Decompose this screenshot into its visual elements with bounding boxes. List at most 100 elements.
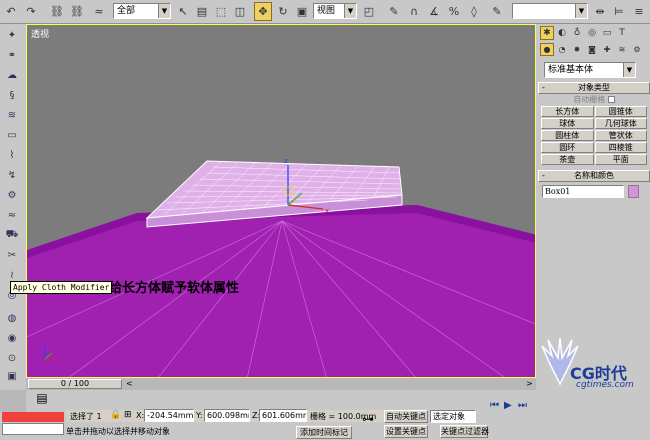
play-icon[interactable]: ▶ xyxy=(504,400,512,411)
goto-end-icon[interactable]: ⏭ xyxy=(518,400,527,411)
toy-car-icon[interactable]: ⛟ xyxy=(3,226,21,244)
status-area: ▤ 选择了 1 🔒 ⊞ X: -204.54mm Y: 600.098mm Z:… xyxy=(0,390,650,440)
object-color-swatch[interactable] xyxy=(628,185,639,198)
spinner-snap-icon[interactable]: ◊ xyxy=(465,2,483,21)
selection-filter-dropdown[interactable]: 全部 ▼ xyxy=(113,3,171,19)
reference-coordinate-dropdown[interactable]: 视图 ▼ xyxy=(313,3,357,19)
selected-object-dropdown[interactable]: 选定对象 xyxy=(430,410,476,423)
systems-icon[interactable]: ⚙ xyxy=(630,43,644,56)
motion-tab-icon[interactable]: ◎ xyxy=(585,26,599,40)
plane-icon[interactable]: ▭ xyxy=(3,126,21,144)
pyramid-button[interactable]: 四棱锥 xyxy=(594,142,647,153)
rope-collection-icon[interactable]: § xyxy=(3,86,21,104)
select-object-icon[interactable]: ↖ xyxy=(174,2,192,21)
apply-rope-modifier-icon[interactable]: ◉ xyxy=(3,329,21,347)
select-rotate-icon[interactable]: ↻ xyxy=(274,2,292,21)
select-scale-icon[interactable]: ▣ xyxy=(293,2,311,21)
perspective-viewport[interactable]: 透视 z x 给长方体赋予软体属性 xyxy=(26,24,536,378)
select-move-icon[interactable]: ✥ xyxy=(254,2,272,21)
time-slider-thumb[interactable]: 0 / 100 xyxy=(28,379,122,389)
goto-start-icon[interactable]: ⏮ xyxy=(490,400,499,411)
hierarchy-tab-icon[interactable]: ♁ xyxy=(570,26,584,40)
torus-button[interactable]: 圆环 xyxy=(541,142,594,153)
tube-button[interactable]: 管状体 xyxy=(594,130,647,141)
bind-space-warp-icon[interactable]: ≈ xyxy=(90,2,108,21)
y-coord-field[interactable]: 600.098mm xyxy=(204,409,250,422)
undo-icon[interactable]: ↶ xyxy=(2,2,20,21)
fracture-icon[interactable]: ✂ xyxy=(3,246,21,264)
spacewarps-icon[interactable]: ≋ xyxy=(615,43,629,56)
add-time-tag-button[interactable]: 添加时间标记 xyxy=(296,426,352,439)
chevron-down-icon: ▼ xyxy=(575,4,587,18)
set-key-icon[interactable]: ⊶ xyxy=(356,412,380,428)
align-icon[interactable]: ⊨ xyxy=(610,2,628,21)
teapot-button[interactable]: 茶壶 xyxy=(541,154,594,165)
wind-icon[interactable]: ≈ xyxy=(3,206,21,224)
cone-button[interactable]: 圆锥体 xyxy=(594,106,647,117)
shapes-icon[interactable]: ◔ xyxy=(555,43,569,56)
z-coord-field[interactable]: 601.606mm xyxy=(259,409,307,422)
object-name-field[interactable]: Box01 xyxy=(542,185,624,198)
autogrid-checkbox[interactable] xyxy=(607,96,615,103)
motor-icon[interactable]: ⚙ xyxy=(3,186,21,204)
plane-button[interactable]: 平面 xyxy=(594,154,647,165)
rigid-body-icon[interactable]: ✦ xyxy=(3,26,21,44)
rect-selection-icon[interactable]: ⬚ xyxy=(212,2,230,21)
create-animation-icon[interactable]: ▣ xyxy=(3,367,21,385)
time-slider-left-icon[interactable]: < xyxy=(126,379,133,388)
track-view-icon[interactable]: ▤ xyxy=(30,391,54,409)
lights-icon[interactable]: ✸ xyxy=(570,43,584,56)
geometry-icon[interactable]: ● xyxy=(540,43,554,56)
auto-key-button[interactable]: 自动关键点 xyxy=(384,410,428,423)
layer-manager-icon[interactable]: ≡ xyxy=(630,2,648,21)
select-link-icon[interactable]: ⛓ xyxy=(48,2,66,21)
pivot-center-icon[interactable]: ◰ xyxy=(360,2,378,21)
snap-toggle-icon[interactable]: ∩ xyxy=(405,2,423,21)
x-coord-field[interactable]: -204.54mm xyxy=(144,409,194,422)
percent-snap-icon[interactable]: % xyxy=(445,2,463,21)
window-crossing-icon[interactable]: ◫ xyxy=(231,2,249,21)
max-listener-mini[interactable] xyxy=(0,390,26,412)
category-dropdown[interactable]: 标准基本体 ▼ xyxy=(544,62,636,78)
spring-icon[interactable]: ⌇ xyxy=(3,146,21,164)
cylinder-button[interactable]: 圆柱体 xyxy=(541,130,594,141)
select-manipulate-icon[interactable]: ✎ xyxy=(385,2,403,21)
geosphere-button[interactable]: 几何球体 xyxy=(594,118,647,129)
object-type-rollout-title[interactable]: - 对象类型 xyxy=(538,82,650,94)
lock-selection-icon[interactable]: 🔒 xyxy=(110,410,121,420)
redo-icon[interactable]: ↷ xyxy=(22,2,40,21)
utilities-tab-icon[interactable]: T xyxy=(615,26,629,40)
unlink-icon[interactable]: ⛓ xyxy=(68,2,86,21)
absolute-mode-icon[interactable]: ⊞ xyxy=(124,410,132,420)
time-slider-track[interactable]: 0 / 100 < > xyxy=(26,378,536,390)
chevron-down-icon: ▼ xyxy=(344,4,356,18)
modify-tab-icon[interactable]: ◐ xyxy=(555,26,569,40)
selection-count-label: 选择了 1 xyxy=(70,412,102,421)
sphere-button[interactable]: 球体 xyxy=(541,118,594,129)
cameras-icon[interactable]: ◙ xyxy=(585,43,599,56)
create-tab-icon[interactable]: ✱ xyxy=(540,26,554,40)
name-color-title-text: 名称和颜色 xyxy=(574,171,614,180)
listener-red-field[interactable] xyxy=(2,412,64,422)
listener-white-field[interactable] xyxy=(2,423,64,435)
mirror-icon[interactable]: ⇹ xyxy=(591,2,609,21)
named-selection-dropdown[interactable]: ▼ xyxy=(512,3,588,19)
angle-snap-icon[interactable]: ∡ xyxy=(425,2,443,21)
key-filters-button[interactable]: 关键点过滤器 xyxy=(440,425,489,438)
cloth-collection-icon[interactable]: ⚭ xyxy=(3,46,21,64)
name-color-rollout-title[interactable]: - 名称和颜色 xyxy=(538,170,650,182)
dashpot-icon[interactable]: ↯ xyxy=(3,166,21,184)
set-key-button[interactable]: 设置关键点 xyxy=(384,425,428,438)
select-by-name-icon[interactable]: ▤ xyxy=(193,2,211,21)
preview-animation-icon[interactable]: ⊙ xyxy=(3,349,21,367)
deforming-mesh-icon[interactable]: ≋ xyxy=(3,106,21,124)
annotation-text: 给长方体赋予软体属性 xyxy=(109,281,240,296)
time-slider-right-icon[interactable]: > xyxy=(526,379,533,388)
box-button[interactable]: 长方体 xyxy=(541,106,594,117)
edit-named-selection-icon[interactable]: ✎ xyxy=(488,2,506,21)
apply-cloth-modifier-tooltip: Apply Cloth Modifier xyxy=(10,281,113,294)
display-tab-icon[interactable]: ▭ xyxy=(600,26,614,40)
helpers-icon[interactable]: ✚ xyxy=(600,43,614,56)
soft-body-icon[interactable]: ☁ xyxy=(3,66,21,84)
apply-softbody-modifier-icon[interactable]: ◍ xyxy=(3,309,21,327)
